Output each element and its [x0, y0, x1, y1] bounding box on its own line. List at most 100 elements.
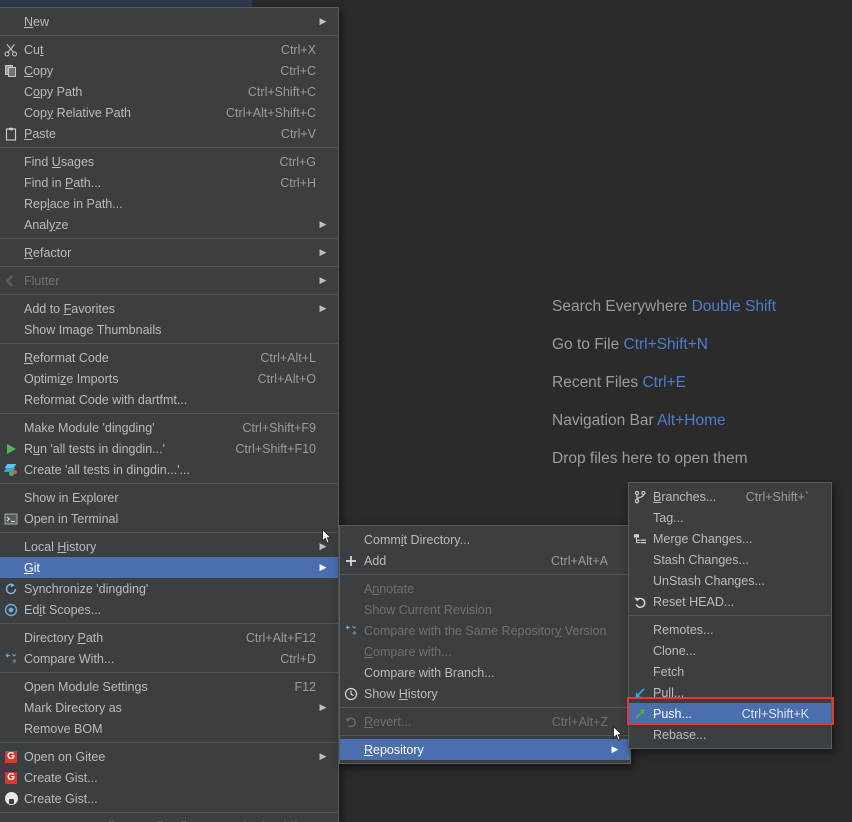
menu-item-shortcut: Ctrl+Alt+L — [260, 350, 316, 365]
editor-hint-label: Recent Files — [552, 374, 639, 391]
menu-item-label: Reformat Code with dartfmt... — [24, 392, 188, 407]
menu-item-find-in-path[interactable]: Find in Path... Ctrl+H — [0, 172, 338, 193]
menu-item-mark-directory-as[interactable]: Mark Directory as ▶ — [0, 697, 338, 718]
menu-item-shortcut: Ctrl+Shift+F9 — [242, 420, 316, 435]
menu-item-label: Show History — [364, 686, 438, 701]
menu-item-push[interactable]: Push... Ctrl+Shift+K — [629, 703, 831, 724]
menu-separator — [340, 574, 630, 575]
menu-item-compare-with: Compare with... — [340, 641, 630, 662]
project-view-context-menu[interactable]: New ▶ Cut Ctrl+X Copy Ctrl+C Copy Path Ctrl+Shi… — [0, 7, 339, 822]
menu-item-replace-in-path[interactable]: Replace in Path... — [0, 193, 338, 214]
menu-item-shortcut: Ctrl+Shift+` — [745, 489, 809, 504]
menu-item-fetch[interactable]: Fetch — [629, 661, 831, 682]
menu-item-open-on-gitee[interactable]: G Open on Gitee ▶ — [0, 746, 338, 767]
menu-item-git[interactable]: Git ▶ — [0, 557, 338, 578]
menu-item-show-history[interactable]: Show History — [340, 683, 630, 704]
menu-item-compare-with[interactable]: Compare With... Ctrl+D — [0, 648, 338, 669]
menu-item-paste[interactable]: Paste Ctrl+V — [0, 123, 338, 144]
menu-item-show-in-explorer[interactable]: Show in Explorer — [0, 487, 338, 508]
menu-item-shortcut: Ctrl+H — [280, 175, 316, 190]
icon-placeholder — [0, 319, 22, 340]
menu-separator — [0, 742, 338, 743]
icon-placeholder — [0, 347, 22, 368]
menu-item-label: Git — [24, 560, 40, 575]
icon-placeholder — [340, 641, 362, 662]
menu-item-refactor[interactable]: Refactor ▶ — [0, 242, 338, 263]
menu-item-edit-scopes[interactable]: Edit Scopes... — [0, 599, 338, 620]
menu-item-shortcut: Ctrl+Alt+Shift+C — [226, 105, 316, 120]
menu-item-tag[interactable]: Tag... — [629, 507, 831, 528]
menu-item-create-gist[interactable]: Create Gist... — [0, 788, 338, 809]
menu-separator — [0, 147, 338, 148]
menu-item-open-module-settings[interactable]: Open Module Settings F12 — [0, 676, 338, 697]
menu-item-shortcut: F12 — [294, 679, 316, 694]
menu-item-compare-with-branch[interactable]: Compare with Branch... — [340, 662, 630, 683]
editor-hint-shortcut: Double Shift — [687, 298, 777, 315]
menu-separator — [629, 615, 831, 616]
menu-item-run-all-tests-in-dingdin[interactable]: Run 'all tests in dingdin...' Ctrl+Shift+… — [0, 438, 338, 459]
icon-placeholder — [0, 11, 22, 32]
menu-item-label: Make Module 'dingding' — [24, 420, 155, 435]
menu-item-show-image-thumbnails[interactable]: Show Image Thumbnails — [0, 319, 338, 340]
menu-item-label: Rebase... — [653, 727, 707, 742]
menu-item-shortcut: Ctrl+Shift+K — [741, 706, 809, 721]
icon-placeholder — [340, 662, 362, 683]
menu-item-create-all-tests-in-dingdin[interactable]: Create 'all tests in dingdin...'... — [0, 459, 338, 480]
menu-item-copy-relative-path[interactable]: Copy Relative Path Ctrl+Alt+Shift+C — [0, 102, 338, 123]
menu-item-reset-head[interactable]: Reset HEAD... — [629, 591, 831, 612]
revert-icon — [340, 711, 362, 732]
menu-item-directory-path[interactable]: Directory Path Ctrl+Alt+F12 — [0, 627, 338, 648]
menu-item-commit-directory[interactable]: Commit Directory... — [340, 529, 630, 550]
menu-item-remove-bom[interactable]: Remove BOM — [0, 718, 338, 739]
menu-item-unstash-changes[interactable]: UnStash Changes... — [629, 570, 831, 591]
menu-item-label: Open in Terminal — [24, 511, 119, 526]
icon-placeholder — [629, 640, 651, 661]
menu-item-cut[interactable]: Cut Ctrl+X — [0, 39, 338, 60]
menu-item-local-history[interactable]: Local History ▶ — [0, 536, 338, 557]
menu-item-stash-changes[interactable]: Stash Changes... — [629, 549, 831, 570]
icon-placeholder — [0, 389, 22, 410]
icon-placeholder — [0, 242, 22, 263]
menu-item-analyze[interactable]: Analyze ▶ — [0, 214, 338, 235]
menu-item-copy[interactable]: Copy Ctrl+C — [0, 60, 338, 81]
menu-item-add-to-favorites[interactable]: Add to Favorites ▶ — [0, 298, 338, 319]
menu-item-open-in-terminal[interactable]: Open in Terminal — [0, 508, 338, 529]
flutter-icon — [0, 459, 22, 480]
menu-item-label: New — [24, 14, 50, 29]
menu-separator — [0, 238, 338, 239]
menu-separator — [0, 532, 338, 533]
history-icon — [340, 683, 362, 704]
menu-item-revert: Revert... Ctrl+Alt+Z — [340, 711, 630, 732]
menu-item-shortcut: Ctrl+X — [280, 42, 316, 57]
icon-placeholder — [629, 507, 651, 528]
menu-item-label: Directory Path — [24, 630, 104, 645]
git-submenu[interactable]: Commit Directory... Add Ctrl+Alt+A Annotate… — [339, 525, 631, 764]
menu-item-clone[interactable]: Clone... — [629, 640, 831, 661]
editor-hint-label: Go to File — [552, 336, 620, 353]
menu-item-copy-path[interactable]: Copy Path Ctrl+Shift+C — [0, 81, 338, 102]
menu-item-repository[interactable]: Repository ▶ — [340, 739, 630, 760]
menu-item-synchronize-dingding[interactable]: Synchronize 'dingding' — [0, 578, 338, 599]
menu-item-reformat-code-with-dartfmt[interactable]: Reformat Code with dartfmt... — [0, 389, 338, 410]
menu-item-merge-changes[interactable]: Merge Changes... — [629, 528, 831, 549]
menu-item-find-usages[interactable]: Find Usages Ctrl+G — [0, 151, 338, 172]
repository-submenu[interactable]: Branches... Ctrl+Shift+` Tag... Merge Chang… — [628, 482, 832, 749]
menu-item-remotes[interactable]: Remotes... — [629, 619, 831, 640]
menu-item-label: Compare with... — [364, 644, 452, 659]
menu-item-branches[interactable]: Branches... Ctrl+Shift+` — [629, 486, 831, 507]
menu-item-reformat-code[interactable]: Reformat Code Ctrl+Alt+L — [0, 347, 338, 368]
menu-item-rebase[interactable]: Rebase... — [629, 724, 831, 745]
chevron-right-icon: ▶ — [319, 562, 327, 572]
menu-item-pull[interactable]: Pull... — [629, 682, 831, 703]
menu-item-label: Reset HEAD... — [653, 594, 735, 609]
menu-item-add[interactable]: Add Ctrl+Alt+A — [340, 550, 630, 571]
menu-item-create-gist[interactable]: G Create Gist... — [0, 767, 338, 788]
menu-item-new[interactable]: New ▶ — [0, 11, 338, 32]
editor-hint-row: Drop files here to open them — [522, 440, 852, 478]
menu-item-shortcut: Ctrl+Shift+C — [247, 84, 316, 99]
menu-item-make-module-dingding[interactable]: Make Module 'dingding' Ctrl+Shift+F9 — [0, 417, 338, 438]
gitee-icon: G — [0, 746, 22, 767]
icon-placeholder — [0, 816, 22, 822]
menu-item-convert-java-file-to-kotlin-file[interactable]: Convert Java File to Kotlin FileCtrl+Alt… — [0, 816, 338, 822]
menu-item-optimize-imports[interactable]: Optimize Imports Ctrl+Alt+O — [0, 368, 338, 389]
